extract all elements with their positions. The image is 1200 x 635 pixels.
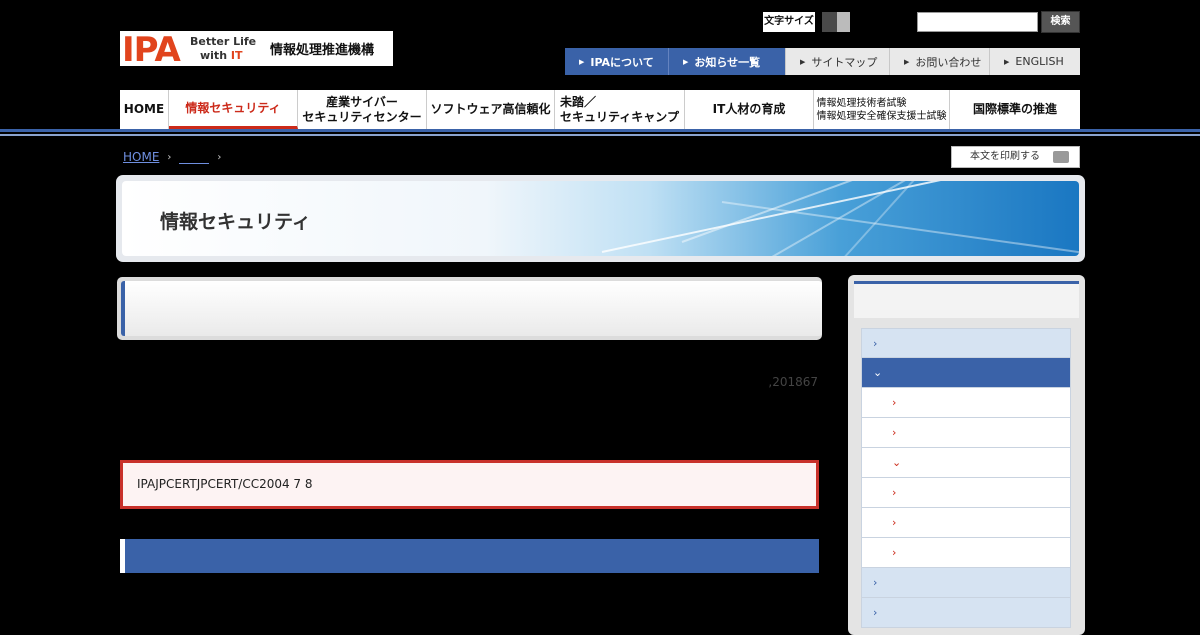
sidebar-subitem[interactable]: › <box>861 388 1071 418</box>
util-nav-news[interactable]: ▶ お知らせ一覧 <box>668 48 785 75</box>
sidebar-item-open[interactable]: ⌄ <box>861 358 1071 388</box>
breadcrumb-sep: › <box>217 151 222 163</box>
print-button-label: 本文を印刷する <box>970 151 1040 162</box>
chevron-right-icon: › <box>873 336 878 350</box>
gnav-home[interactable]: HOME <box>120 90 169 129</box>
sidebar-item[interactable]: › <box>861 328 1071 358</box>
breadcrumb-sep: › <box>167 151 172 163</box>
nav-rule-thin <box>0 134 1200 136</box>
chevron-right-icon: › <box>873 576 878 589</box>
util-nav-contact[interactable]: ▶ お問い合わせ <box>889 48 989 75</box>
util-nav-english[interactable]: ▶ ENGLISH <box>989 48 1080 75</box>
font-size-label: 文字サイズ <box>763 12 815 32</box>
global-nav: HOME 情報セキュリティ 産業サイバー セキュリティセンター ソフトウェア高信頼… <box>120 90 1080 129</box>
sidebar-subitem[interactable]: › <box>861 418 1071 448</box>
nav-rule <box>0 129 1200 132</box>
notice-box: IPAJPCERTJPCERT/CC2004 7 8 <box>120 460 819 509</box>
chevron-right-icon: › <box>873 606 878 619</box>
triangle-right-icon: ▶ <box>1004 57 1010 66</box>
logo-tagline-2: with IT <box>200 49 243 62</box>
logo-tagline-1: Better Life <box>190 35 257 48</box>
gnav-exam[interactable]: 情報処理技術者試験 情報処理安全確保支援士試験 <box>814 90 950 129</box>
sidebar-subitem[interactable]: › <box>861 508 1071 538</box>
ipa-logo[interactable]: IPA Better Life with IT 情報処理推進機構 <box>120 30 393 70</box>
logo-mark: IPA <box>122 30 181 70</box>
utility-nav: ▶ IPAについて ▶ お知らせ一覧 ▶ サイトマップ ▶ お問い合わせ ▶ ENGLIS… <box>565 48 1080 75</box>
breadcrumb-link[interactable] <box>179 151 210 164</box>
chevron-right-icon: › <box>892 426 897 439</box>
sidebar: › ⌄ › › ⌄ › › › › › <box>848 275 1085 635</box>
triangle-right-icon: ▶ <box>800 57 806 66</box>
chevron-right-icon: › <box>892 516 897 529</box>
sidebar-item[interactable]: › <box>861 598 1071 628</box>
banner-title: 情報セキュリティ <box>160 211 311 233</box>
chevron-down-icon: ⌄ <box>892 456 902 469</box>
logo-org-name: 情報処理推進機構 <box>270 43 375 58</box>
publish-date: ,201867 <box>768 375 818 389</box>
breadcrumb: HOME › › <box>123 150 221 164</box>
gnav-industrial-cyber[interactable]: 産業サイバー セキュリティセンター <box>298 90 427 129</box>
gnav-mitou[interactable]: 未踏／ セキュリティキャンプ <box>555 90 685 129</box>
gnav-standards[interactable]: 国際標準の推進 <box>950 90 1080 129</box>
sidebar-subitem[interactable]: ⌄ <box>861 448 1071 478</box>
chevron-right-icon: › <box>892 486 897 499</box>
gnav-info-security[interactable]: 情報セキュリティ <box>169 90 298 129</box>
sidebar-item[interactable]: › <box>861 568 1071 598</box>
printer-icon <box>1053 151 1069 163</box>
triangle-right-icon: ▶ <box>683 57 689 66</box>
font-size-toggle[interactable] <box>822 12 850 32</box>
chevron-down-icon: ⌄ <box>873 366 883 379</box>
search-input[interactable] <box>917 12 1038 32</box>
triangle-right-icon: ▶ <box>904 57 910 66</box>
gnav-it-hr[interactable]: IT人材の育成 <box>685 90 814 129</box>
sidebar-subitem[interactable]: › <box>861 538 1071 568</box>
breadcrumb-home[interactable]: HOME <box>123 150 159 164</box>
util-nav-about[interactable]: ▶ IPAについて <box>565 48 668 75</box>
search-button[interactable]: 検索 <box>1041 11 1080 33</box>
sidebar-subitem[interactable]: › <box>861 478 1071 508</box>
print-button[interactable]: 本文を印刷する <box>951 146 1080 168</box>
section-heading-bar <box>120 539 819 573</box>
chevron-right-icon: › <box>892 396 897 409</box>
section-banner: 情報セキュリティ <box>116 175 1085 262</box>
util-nav-sitemap[interactable]: ▶ サイトマップ <box>785 48 889 75</box>
gnav-software[interactable]: ソフトウェア高信頼化 <box>427 90 555 129</box>
page-heading-box <box>117 277 822 340</box>
sidebar-header <box>854 284 1079 318</box>
triangle-right-icon: ▶ <box>579 57 585 66</box>
chevron-right-icon: › <box>892 546 897 559</box>
